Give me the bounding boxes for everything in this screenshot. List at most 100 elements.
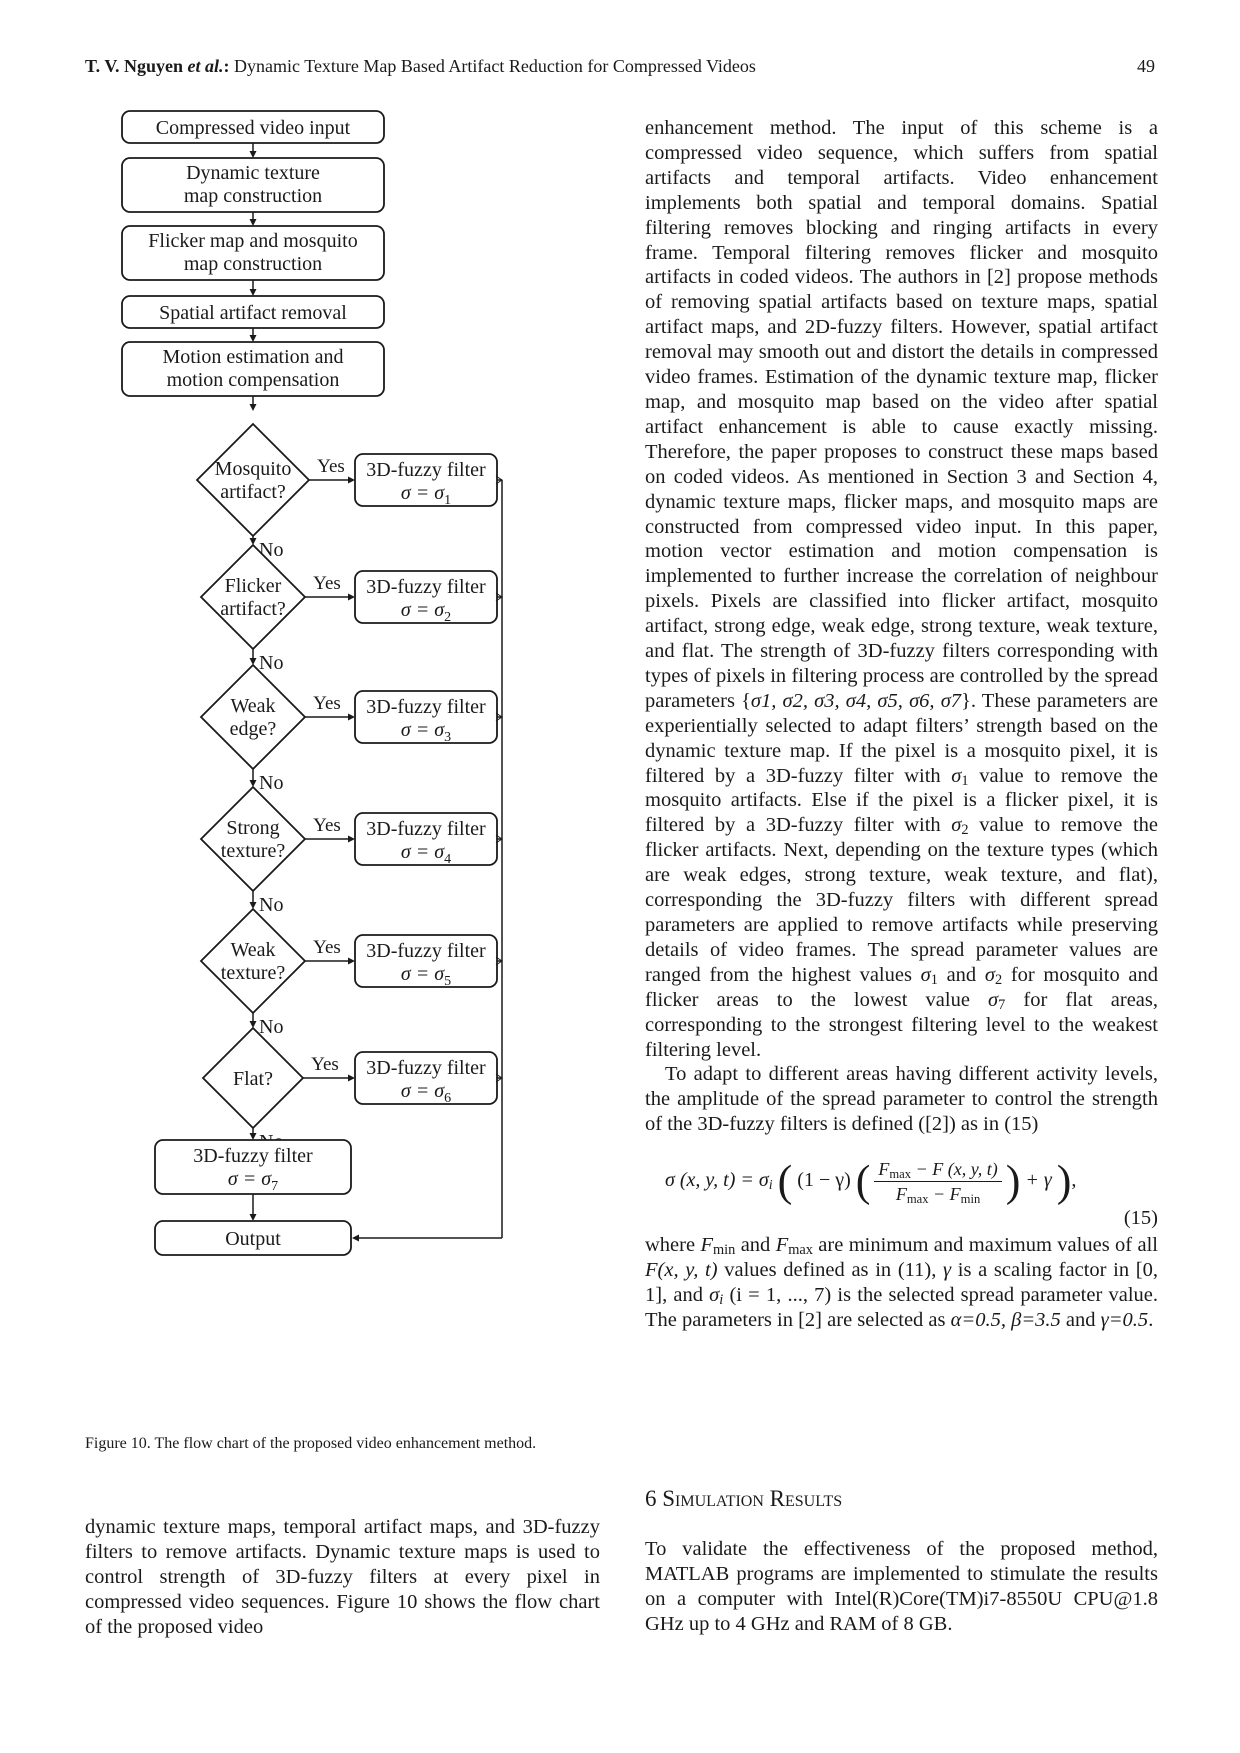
flow-arrow-head	[249, 289, 257, 296]
filter-title: 3D-fuzzy filter	[366, 940, 486, 962]
eq-mid: (1 − γ)	[797, 1169, 851, 1192]
yes-arrow-head	[348, 593, 355, 601]
process-label-me: Motion estimation and	[162, 346, 343, 368]
yes-arrow-head	[348, 1074, 355, 1082]
decision-label: texture?	[221, 840, 286, 862]
eq-lhs-sub: i	[768, 1178, 773, 1194]
decision-diamond	[199, 543, 307, 651]
filter-title: 3D-fuzzy filter	[366, 1057, 486, 1079]
eq-tail: + γ	[1025, 1169, 1052, 1192]
flowchart-svg: Compressed video inputDynamic texturemap…	[121, 110, 503, 1256]
decision-diamond	[199, 663, 307, 771]
sigma-set: σ1, σ2, σ3, σ4, σ5, σ6, σ7	[750, 689, 962, 712]
decision-diamond	[195, 422, 311, 538]
right-column: enhancement method. The input of this sc…	[645, 116, 1158, 1333]
eq-den-sub1: max	[906, 1192, 929, 1207]
process-label-dtm: map construction	[184, 185, 322, 207]
running-header: T. V. Nguyen et al.: Dynamic Texture Map…	[85, 56, 1155, 80]
section-heading: 6 Simulation Results	[645, 1486, 1158, 1512]
section-body: To validate the effectiveness of the pro…	[645, 1537, 1158, 1637]
process-label-fmm: map construction	[184, 253, 322, 275]
equation-15: σ (x, y, t) = σi ( (1 − γ) (Fmax − F (x,…	[645, 1145, 1158, 1233]
filter-title: 3D-fuzzy filter	[366, 576, 486, 598]
process-label-input: Compressed video input	[156, 117, 351, 139]
section-paragraph: To validate the effectiveness of the pro…	[645, 1538, 1158, 1635]
process-label-dtm: Dynamic texture	[186, 162, 320, 184]
page-number: 49	[1137, 56, 1155, 76]
header-authors: T. V. Nguyen	[85, 56, 184, 76]
text-run: are minimum and maximum values of all	[812, 1234, 1158, 1257]
yes-label: Yes	[311, 1054, 339, 1075]
eq-num-sub: max	[889, 1167, 912, 1182]
flowchart-figure: Compressed video input Dynamic texture map…	[85, 110, 605, 1410]
filter-title: 3D-fuzzy filter	[366, 818, 486, 840]
figure-caption: Figure 10. The flow chart of the propose…	[85, 1435, 537, 1452]
yes-label: Yes	[313, 937, 341, 958]
decision-label: Flicker	[225, 575, 282, 597]
decision-label: artifact?	[220, 598, 286, 620]
yes-arrow-head	[348, 713, 355, 721]
yes-label: Yes	[313, 815, 341, 836]
yes-arrow-head	[348, 835, 355, 843]
equation-body: σ (x, y, t) = σi ( (1 − γ) (Fmax − F (x,…	[665, 1156, 1077, 1207]
right-paragraph-1: enhancement method. The input of this sc…	[645, 117, 1158, 1061]
eq-den-mid: − F	[928, 1184, 961, 1205]
eq-den-sub2: min	[960, 1192, 981, 1207]
process-label-fmm: Flicker map and mosquito	[148, 230, 357, 252]
eq-lhs: σ (x, y, t) = σ	[665, 1169, 769, 1192]
decision-diamond	[199, 907, 307, 1015]
flow-arrow-head	[249, 404, 257, 411]
no-arrow-head	[249, 1133, 257, 1140]
decision-label: Weak	[230, 695, 275, 717]
text-run: and	[937, 963, 985, 986]
right-paragraph-3: where Fmin and Fmax are minimum and maxi…	[645, 1234, 1158, 1331]
decision-label: Mosquito	[215, 458, 292, 480]
text-run: F(x, y, t)	[645, 1259, 718, 1282]
decision-label: Strong	[226, 817, 279, 839]
text-run: γ=0.5	[1100, 1308, 1149, 1331]
section-title: Simulation Results	[662, 1486, 843, 1511]
eq-num-rest: − F (x, y, t)	[911, 1159, 998, 1180]
process-label-me: motion compensation	[167, 369, 340, 391]
text-run: and	[735, 1234, 776, 1257]
text-run: where	[645, 1234, 701, 1257]
no-label: No	[259, 894, 283, 916]
yes-label: Yes	[313, 573, 341, 594]
text-run: α=0.5, β=3.5	[950, 1308, 1061, 1331]
output-label: Output	[225, 1228, 281, 1250]
final-filter-title: 3D-fuzzy filter	[193, 1145, 313, 1167]
text-run: value to remove the flicker artifacts. N…	[645, 814, 1158, 986]
text-run: values defined as in (11),	[717, 1259, 944, 1282]
decision-label: texture?	[221, 962, 286, 984]
yes-label: Yes	[313, 693, 341, 714]
decision-label: edge?	[230, 718, 277, 740]
eq-fraction: Fmax − F (x, y, t) Fmax − Fmin	[874, 1157, 1002, 1207]
yes-arrow-head	[348, 957, 355, 965]
filter-title: 3D-fuzzy filter	[366, 459, 486, 481]
right-paragraph-2: To adapt to different areas having diffe…	[645, 1063, 1158, 1136]
flow-arrow-head	[249, 219, 257, 226]
return-arrow-head	[352, 1234, 359, 1242]
eq-num-f: F	[878, 1159, 890, 1180]
flow-arrow-head	[249, 335, 257, 342]
yes-label: Yes	[317, 456, 345, 477]
yes-arrow-head	[348, 476, 355, 484]
text-run: enhancement method. The input of this sc…	[645, 117, 1158, 712]
header-title: Dynamic Texture Map Based Artifact Reduc…	[229, 56, 756, 76]
left-paragraph: dynamic texture maps, temporal artifact …	[85, 1516, 600, 1638]
no-label: No	[259, 1016, 283, 1038]
text-run: .	[1148, 1308, 1154, 1331]
flow-arrow-head	[249, 151, 257, 158]
eq-den-f: F	[895, 1184, 907, 1205]
equation-number: (15)	[1123, 1207, 1158, 1230]
decision-label: Weak	[230, 939, 275, 961]
filter-title: 3D-fuzzy filter	[366, 696, 486, 718]
section-number: 6	[645, 1486, 657, 1511]
decision-label: Flat?	[233, 1068, 273, 1090]
decision-diamond	[199, 785, 307, 893]
no-label: No	[259, 652, 283, 674]
text-run: and	[1060, 1308, 1101, 1331]
header-et-al: et al.	[187, 56, 224, 76]
flow-arrow-head	[249, 1214, 257, 1221]
process-label-sar: Spatial artifact removal	[159, 302, 347, 324]
